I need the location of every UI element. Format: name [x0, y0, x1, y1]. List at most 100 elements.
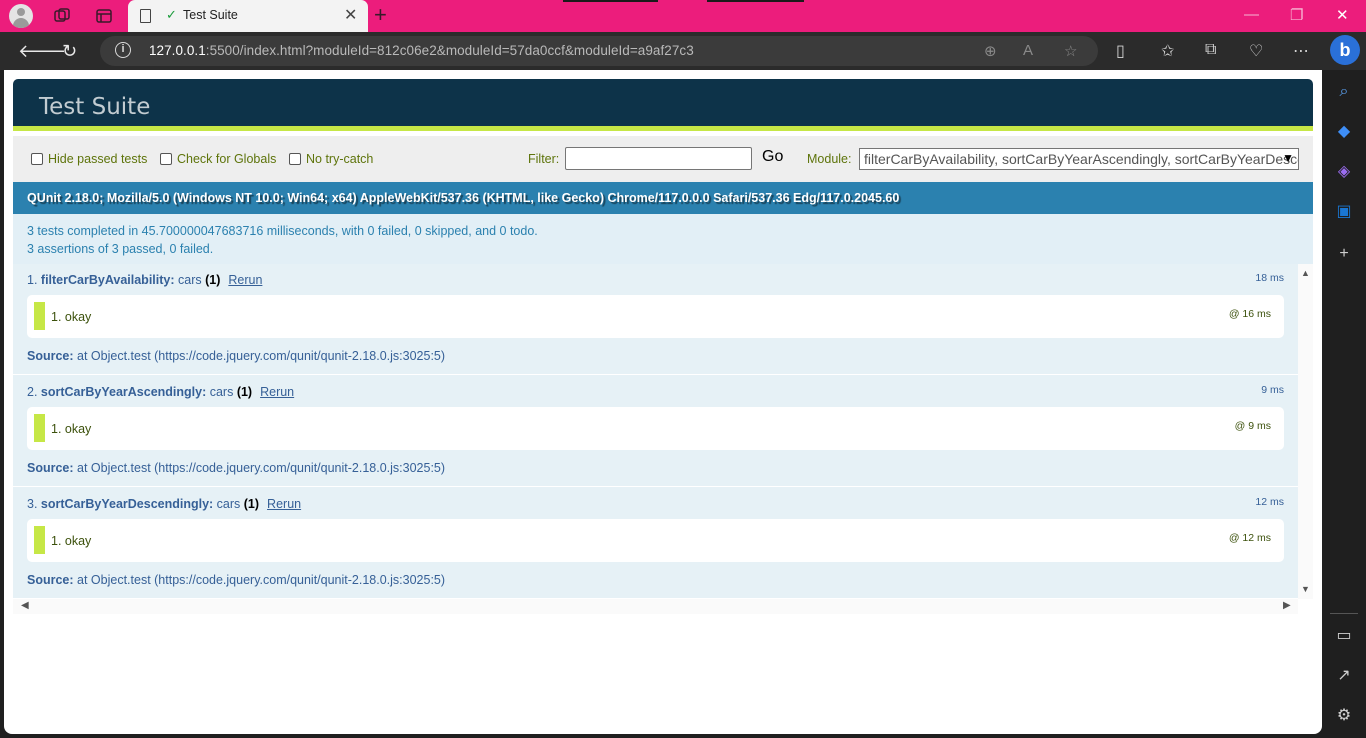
tab-actions-icon[interactable] [92, 4, 116, 28]
split-screen-icon[interactable]: ▯ [1116, 41, 1125, 61]
pass-indicator [34, 526, 45, 554]
assertion-row: 1. okay @ 9 ms [27, 407, 1284, 450]
test-name[interactable]: 1. filterCarByAvailability: cars (1) Reru… [27, 273, 262, 287]
page-title[interactable]: Test Suite [39, 94, 150, 120]
test-item[interactable]: 2. sortCarByYearAscendingly: cars (1) Rer… [13, 376, 1298, 487]
pass-indicator [34, 302, 45, 330]
assertion-time: @ 9 ms [1234, 420, 1271, 432]
rerun-link[interactable]: Rerun [260, 385, 294, 399]
assertion-count: (1) [205, 273, 221, 287]
checkbox-box[interactable] [31, 153, 43, 165]
test-runtime: 9 ms [1261, 384, 1284, 396]
close-tab-icon[interactable]: ✕ [344, 5, 357, 25]
profile-avatar-icon[interactable] [9, 4, 33, 28]
test-item[interactable]: 3. sortCarByYearDescendingly: cars (1) Re… [13, 488, 1298, 599]
title-bar-marker [707, 0, 804, 2]
checkbox-label[interactable]: No try-catch [306, 152, 373, 166]
test-runtime: 18 ms [1255, 272, 1284, 284]
close-window-button[interactable]: ✕ [1336, 6, 1349, 24]
scroll-up-icon[interactable]: ▲ [1301, 268, 1310, 278]
favorite-star-icon[interactable]: ☆ [1064, 42, 1077, 60]
open-external-icon[interactable]: ↗ [1334, 666, 1354, 686]
assertion-time: @ 16 ms [1228, 308, 1271, 320]
browser-toolbar: 🡐 ↻ i 127.0.0.1:5500/index.html?moduleId… [0, 32, 1366, 70]
scroll-left-icon[interactable]: ◀ [21, 600, 29, 611]
more-menu-icon[interactable]: ⋯ [1293, 41, 1309, 61]
qunit-toolbar: Hide passed tests Check for Globals No t… [13, 136, 1313, 182]
assertion-row: 1. okay @ 12 ms [27, 519, 1284, 562]
workspaces-icon[interactable] [50, 4, 74, 28]
filter-input[interactable] [565, 147, 752, 170]
test-runtime: 12 ms [1255, 496, 1284, 508]
assertion-time: @ 12 ms [1228, 532, 1271, 544]
rerun-link[interactable]: Rerun [267, 497, 301, 511]
favorites-icon[interactable]: ✩ [1161, 41, 1174, 61]
pass-indicator [34, 414, 45, 442]
scroll-down-icon[interactable]: ▼ [1301, 584, 1310, 594]
site-info-icon[interactable]: i [115, 42, 131, 58]
url-text[interactable]: 127.0.0.1:5500/index.html?moduleId=812c0… [149, 43, 694, 58]
checkbox-box[interactable] [289, 153, 301, 165]
assertion-count: (1) [236, 385, 253, 399]
hide-passed-checkbox[interactable]: Hide passed tests [31, 152, 147, 166]
assertion-text: 1. okay [51, 534, 92, 548]
checkbox-box[interactable] [160, 153, 172, 165]
minimize-button[interactable]: — [1244, 6, 1259, 23]
title-bar-marker [563, 0, 658, 2]
test-item[interactable]: 1. filterCarByAvailability: cars (1) Reru… [13, 264, 1298, 375]
sidebar-divider [1330, 613, 1358, 614]
test-name[interactable]: 3. sortCarByYearDescendingly: cars (1) Re… [27, 497, 301, 511]
tab-test-suite[interactable]: ✓ Test Suite ✕ [128, 0, 368, 32]
collections-icon[interactable]: ⧉ [1205, 41, 1216, 59]
back-button[interactable]: 🡐 [18, 41, 66, 62]
browser-essentials-icon[interactable]: ♡ [1249, 41, 1263, 61]
edge-sidebar: ⌕ ◆ ◈ ▣ + ▭ ↗ ⚙ [1322, 70, 1366, 738]
check-icon: ✓ [166, 7, 177, 22]
module-name: cars [206, 385, 237, 399]
test-title[interactable]: filterCarByAvailability: [41, 273, 175, 287]
bing-copilot-icon[interactable]: b [1330, 35, 1360, 65]
assertion-row: 1. okay @ 16 ms [27, 295, 1284, 338]
module-select[interactable]: filterCarByAvailability, sortCarByYearAs… [859, 148, 1299, 170]
test-title[interactable]: sortCarByYearDescendingly: [41, 497, 213, 511]
settings-gear-icon[interactable]: ⚙ [1334, 706, 1354, 726]
scroll-right-icon[interactable]: ▶ [1283, 600, 1291, 611]
test-result-summary: 3 tests completed in 45.700000047683716 … [13, 214, 1313, 264]
module-select-value: filterCarByAvailability, sortCarByYearAs… [864, 151, 1298, 167]
test-source: Source: at Object.test (https://code.jqu… [27, 573, 446, 587]
outlook-icon[interactable]: ▣ [1334, 202, 1354, 222]
browser-title-bar: ✓ Test Suite ✕ + — ❐ ✕ [0, 0, 1366, 32]
no-try-catch-checkbox[interactable]: No try-catch [289, 152, 373, 166]
page-viewport: Test Suite Hide passed tests Check for G… [4, 70, 1322, 734]
tab-title: Test Suite [183, 8, 238, 22]
test-list: 1. filterCarByAvailability: cars (1) Reru… [13, 264, 1298, 599]
new-tab-button[interactable]: + [374, 2, 387, 28]
rerun-link[interactable]: Rerun [228, 273, 262, 287]
go-button[interactable]: Go [762, 148, 783, 166]
assertion-text: 1. okay [51, 310, 92, 324]
result-summary-line: 3 assertions of 3 passed, 0 failed. [27, 242, 214, 256]
shopping-tag-icon[interactable]: ◆ [1334, 122, 1354, 142]
checkbox-label[interactable]: Hide passed tests [48, 152, 147, 166]
filter-label: Filter: [528, 152, 560, 166]
vertical-scrollbar[interactable]: ▲ ▼ [1298, 264, 1313, 599]
maximize-button[interactable]: ❐ [1290, 6, 1303, 24]
dropdown-arrow-icon[interactable]: ▼ [1282, 151, 1294, 165]
zoom-icon[interactable]: ⊕ [984, 42, 997, 60]
assertion-count: (1) [243, 497, 260, 511]
refresh-button[interactable]: ↻ [62, 41, 77, 62]
test-title[interactable]: sortCarByYearAscendingly: [41, 385, 206, 399]
assertion-text: 1. okay [51, 422, 92, 436]
check-globals-checkbox[interactable]: Check for Globals [160, 152, 276, 166]
address-bar[interactable]: i 127.0.0.1:5500/index.html?moduleId=812… [100, 36, 1098, 66]
test-name[interactable]: 2. sortCarByYearAscendingly: cars (1) Rer… [27, 385, 294, 399]
hide-sidebar-icon[interactable]: ▭ [1334, 626, 1354, 646]
copilot-icon[interactable]: ◈ [1334, 162, 1354, 182]
horizontal-scrollbar[interactable]: ◀ ▶ [13, 599, 1298, 614]
search-icon[interactable]: ⌕ [1334, 82, 1354, 102]
read-aloud-icon[interactable]: A [1023, 42, 1033, 59]
page-icon [140, 9, 151, 23]
user-agent-banner: QUnit 2.18.0; Mozilla/5.0 (Windows NT 10… [13, 182, 1313, 214]
add-app-icon[interactable]: + [1334, 244, 1354, 264]
checkbox-label[interactable]: Check for Globals [177, 152, 276, 166]
